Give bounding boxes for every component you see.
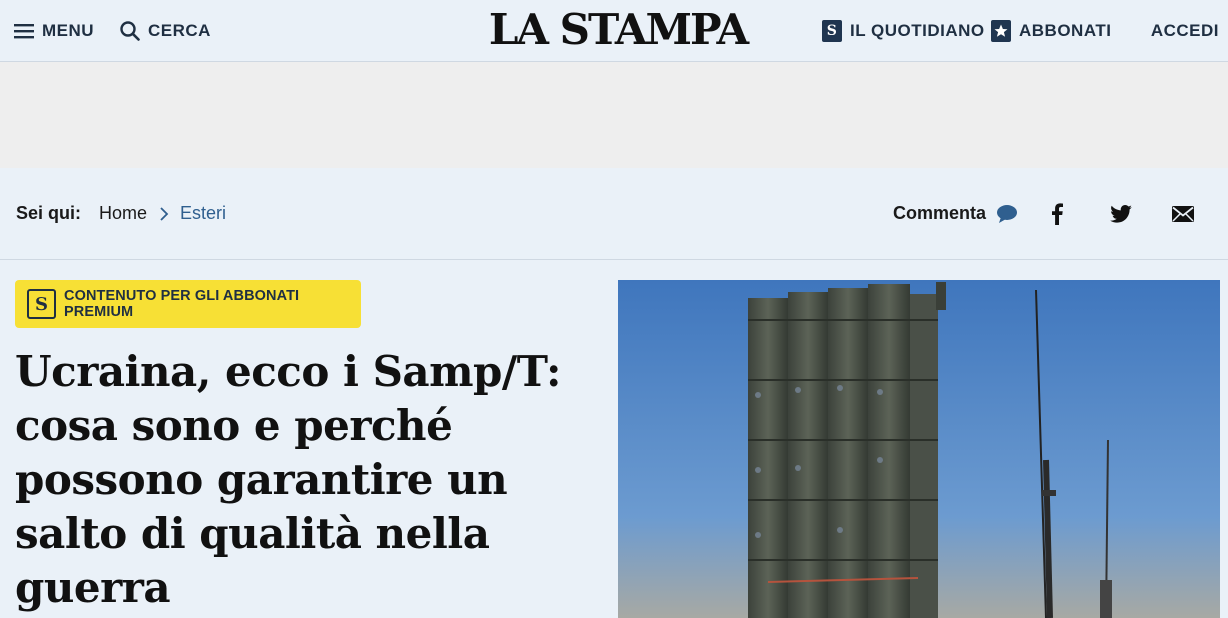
article-title: Ucraina, ecco i Samp/T: cosa sono e perc… <box>15 347 562 612</box>
facebook-share-icon[interactable] <box>1050 168 1064 259</box>
comment-label: Commenta <box>893 203 987 223</box>
breadcrumb-prefix: Sei qui: <box>16 203 82 223</box>
email-share-icon[interactable] <box>1172 168 1194 259</box>
comment-bubble-icon <box>996 204 1018 224</box>
breadcrumb-bar: Sei qui: Home Esteri Commenta <box>0 168 1228 260</box>
premium-s-icon: S <box>27 289 57 319</box>
chevron-right-icon <box>159 168 169 259</box>
premium-label: CONTENUTO PER GLI ABBONATI PREMIUM <box>64 288 300 320</box>
search-icon <box>120 20 140 41</box>
abbonati-label: ABBONATI <box>1019 20 1112 40</box>
star-icon <box>991 19 1011 42</box>
search-label: CERCA <box>148 20 211 40</box>
login-link[interactable]: ACCEDI <box>1151 0 1219 61</box>
menu-button[interactable]: MENU <box>14 0 94 61</box>
comment-button[interactable]: Commenta <box>893 168 1018 259</box>
site-logo[interactable]: LA STAMPA <box>482 8 754 52</box>
quotidiano-icon: S <box>822 19 842 42</box>
breadcrumb-esteri[interactable]: Esteri <box>180 168 226 259</box>
hamburger-icon <box>14 23 34 39</box>
site-header: MENU CERCA LA STAMPA S IL QUOTIDIANO ABB… <box>0 0 1228 62</box>
quotidiano-label: IL QUOTIDIANO <box>850 20 985 40</box>
breadcrumb-home[interactable]: Home <box>99 168 147 259</box>
twitter-share-icon[interactable] <box>1110 168 1132 259</box>
missile-launcher-image <box>618 280 1220 618</box>
abbonati-link[interactable]: ABBONATI <box>991 0 1111 61</box>
article-photo[interactable] <box>618 280 1220 618</box>
premium-badge: S CONTENUTO PER GLI ABBONATI PREMIUM <box>15 280 361 328</box>
search-button[interactable]: CERCA <box>120 0 211 61</box>
quotidiano-link[interactable]: S IL QUOTIDIANO <box>822 0 985 61</box>
ad-placeholder <box>0 62 1228 168</box>
menu-label: MENU <box>42 20 95 40</box>
